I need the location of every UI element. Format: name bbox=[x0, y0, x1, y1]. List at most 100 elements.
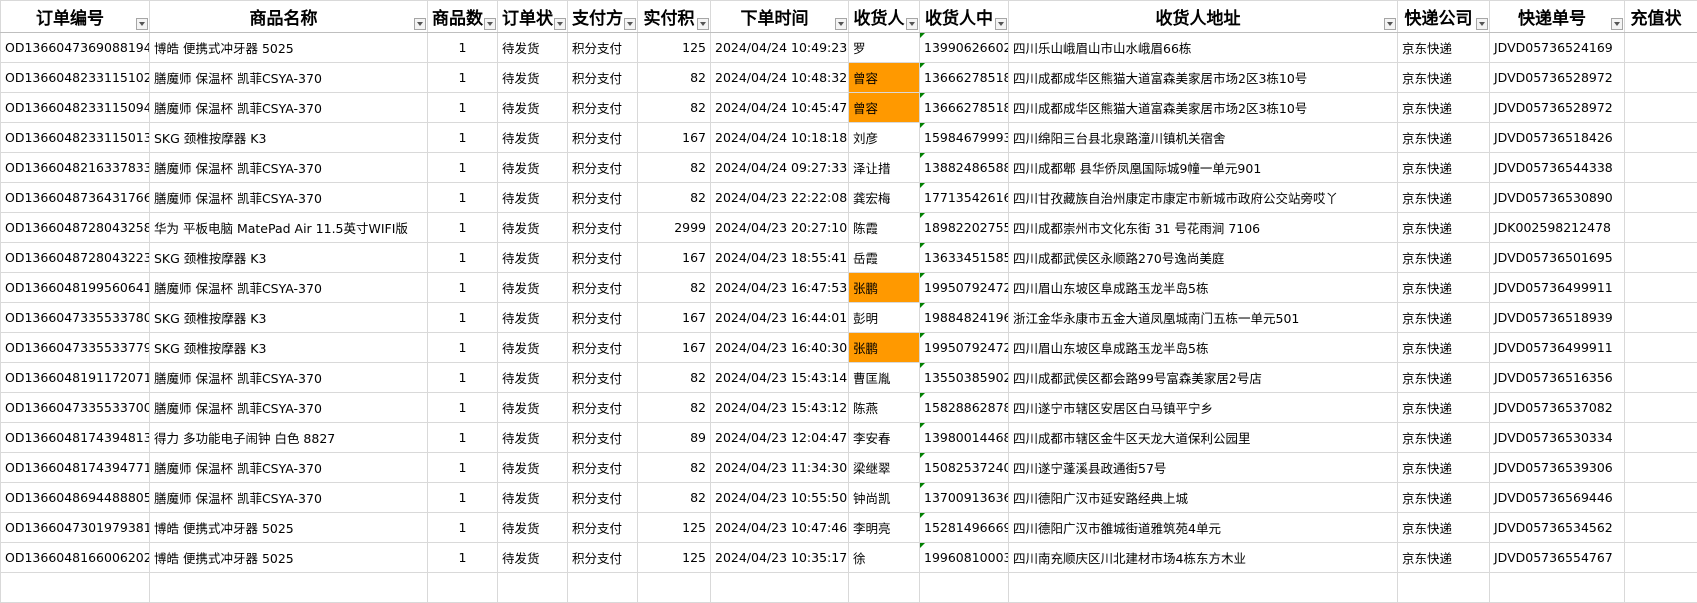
courier-cell[interactable]: 京东快递 bbox=[1398, 213, 1490, 243]
column-header-payment-method[interactable]: 支付方 bbox=[568, 1, 638, 33]
tracking-number-cell[interactable]: JDVD05736544338 bbox=[1490, 153, 1625, 183]
quantity-cell[interactable]: 1 bbox=[428, 453, 498, 483]
table-row[interactable]: OD1366048728043258华为 平板电脑 MatePad Air 11… bbox=[1, 213, 1697, 243]
table-row[interactable]: OD1366048174394771膳魔师 保温杯 凯菲CSYA-3701待发货… bbox=[1, 453, 1697, 483]
recipient-address-cell[interactable]: 四川乐山峨眉山市山水峨眉66栋 bbox=[1009, 33, 1398, 63]
quantity-cell[interactable]: 1 bbox=[428, 273, 498, 303]
recipient-address-cell[interactable]: 四川德阳广汉市雒城街道雅筑苑4单元 bbox=[1009, 513, 1398, 543]
order-time-cell[interactable]: 2024/04/23 22:22:08 bbox=[711, 183, 849, 213]
order-id-cell[interactable]: OD1366048166006202 bbox=[1, 543, 150, 573]
recipient-address-cell[interactable]: 浙江金华永康市五金大道凤凰城南门五栋一单元501 bbox=[1009, 303, 1398, 333]
order-time-cell[interactable]: 2024/04/24 09:27:33 bbox=[711, 153, 849, 183]
recipient-name-cell[interactable]: 刘彦 bbox=[849, 123, 920, 153]
recipient-phone-cell[interactable]: 13700913636 bbox=[920, 483, 1009, 513]
paid-points-cell[interactable]: 82 bbox=[638, 63, 711, 93]
payment-method-cell[interactable]: 积分支付 bbox=[568, 243, 638, 273]
order-id-cell[interactable]: OD1366047301979381 bbox=[1, 513, 150, 543]
order-time-cell[interactable]: 2024/04/23 10:55:50 bbox=[711, 483, 849, 513]
order-time-cell[interactable]: 2024/04/23 16:47:53 bbox=[711, 273, 849, 303]
order-status-cell[interactable]: 待发货 bbox=[498, 363, 568, 393]
recipient-phone-cell[interactable]: 13980014468 bbox=[920, 423, 1009, 453]
payment-method-cell[interactable]: 积分支付 bbox=[568, 363, 638, 393]
empty-cell[interactable] bbox=[498, 573, 568, 603]
recipient-name-cell[interactable]: 徐 bbox=[849, 543, 920, 573]
tracking-number-cell[interactable]: JDVD05736524169 bbox=[1490, 33, 1625, 63]
courier-cell[interactable]: 京东快递 bbox=[1398, 483, 1490, 513]
column-header-quantity[interactable]: 商品数 bbox=[428, 1, 498, 33]
column-header-tracking-number[interactable]: 快递单号 bbox=[1490, 1, 1625, 33]
payment-method-cell[interactable]: 积分支付 bbox=[568, 483, 638, 513]
paid-points-cell[interactable]: 82 bbox=[638, 93, 711, 123]
recipient-address-cell[interactable]: 四川成都成华区熊猫大道富森美家居市场2区3栋10号 bbox=[1009, 63, 1398, 93]
table-row[interactable]: OD1366048694488805膳魔师 保温杯 凯菲CSYA-3701待发货… bbox=[1, 483, 1697, 513]
recharge-status-cell[interactable] bbox=[1625, 303, 1697, 333]
column-header-product-name[interactable]: 商品名称 bbox=[150, 1, 428, 33]
order-id-cell[interactable]: OD1366048728043223 bbox=[1, 243, 150, 273]
empty-cell[interactable] bbox=[1009, 573, 1398, 603]
recipient-phone-cell[interactable]: 13990626602 bbox=[920, 33, 1009, 63]
order-id-cell[interactable]: OD1366047369088194 bbox=[1, 33, 150, 63]
recharge-status-cell[interactable] bbox=[1625, 483, 1697, 513]
recharge-status-cell[interactable] bbox=[1625, 543, 1697, 573]
order-time-cell[interactable]: 2024/04/24 10:49:23 bbox=[711, 33, 849, 63]
recharge-status-cell[interactable] bbox=[1625, 393, 1697, 423]
order-status-cell[interactable]: 待发货 bbox=[498, 63, 568, 93]
filter-dropdown-icon[interactable] bbox=[1384, 18, 1396, 30]
empty-cell[interactable] bbox=[568, 573, 638, 603]
courier-cell[interactable]: 京东快递 bbox=[1398, 453, 1490, 483]
quantity-cell[interactable]: 1 bbox=[428, 393, 498, 423]
tracking-number-cell[interactable]: JDVD05736528972 bbox=[1490, 63, 1625, 93]
recipient-address-cell[interactable]: 四川绵阳三台县北泉路潼川镇机关宿舍 bbox=[1009, 123, 1398, 153]
recipient-name-cell[interactable]: 罗 bbox=[849, 33, 920, 63]
recipient-address-cell[interactable]: 四川成都武侯区都会路99号富森美家居2号店 bbox=[1009, 363, 1398, 393]
table-row[interactable]: OD1366048166006202博皓 便携式冲牙器 50251待发货积分支付… bbox=[1, 543, 1697, 573]
column-header-recipient-phone[interactable]: 收货人中 bbox=[920, 1, 1009, 33]
quantity-cell[interactable]: 1 bbox=[428, 243, 498, 273]
order-id-cell[interactable]: OD1366048736431766 bbox=[1, 183, 150, 213]
recipient-phone-cell[interactable]: 15281496669 bbox=[920, 513, 1009, 543]
recipient-address-cell[interactable]: 四川德阳广汉市延安路经典上城 bbox=[1009, 483, 1398, 513]
product-name-cell[interactable]: 膳魔师 保温杯 凯菲CSYA-370 bbox=[150, 453, 428, 483]
paid-points-cell[interactable]: 167 bbox=[638, 333, 711, 363]
courier-cell[interactable]: 京东快递 bbox=[1398, 273, 1490, 303]
recipient-address-cell[interactable]: 四川成都崇州市文化东街 31 号花雨涧 7106 bbox=[1009, 213, 1398, 243]
product-name-cell[interactable]: 博皓 便携式冲牙器 5025 bbox=[150, 543, 428, 573]
quantity-cell[interactable]: 1 bbox=[428, 183, 498, 213]
product-name-cell[interactable]: SKG 颈椎按摩器 K3 bbox=[150, 303, 428, 333]
courier-cell[interactable]: 京东快递 bbox=[1398, 303, 1490, 333]
table-row[interactable]: OD1366048233115094膳魔师 保温杯 凯菲CSYA-3701待发货… bbox=[1, 93, 1697, 123]
recipient-name-cell[interactable]: 李安春 bbox=[849, 423, 920, 453]
paid-points-cell[interactable]: 125 bbox=[638, 543, 711, 573]
recipient-phone-cell[interactable]: 18982202755 bbox=[920, 213, 1009, 243]
paid-points-cell[interactable]: 89 bbox=[638, 423, 711, 453]
recharge-status-cell[interactable] bbox=[1625, 273, 1697, 303]
order-id-cell[interactable]: OD1366047335533700 bbox=[1, 393, 150, 423]
tracking-number-cell[interactable]: JDVD05736499911 bbox=[1490, 273, 1625, 303]
column-header-recipient-address[interactable]: 收货人地址 bbox=[1009, 1, 1398, 33]
recipient-name-cell[interactable]: 曾容 bbox=[849, 63, 920, 93]
recharge-status-cell[interactable] bbox=[1625, 153, 1697, 183]
order-id-cell[interactable]: OD1366047335533779 bbox=[1, 333, 150, 363]
quantity-cell[interactable]: 1 bbox=[428, 483, 498, 513]
order-time-cell[interactable]: 2024/04/24 10:18:18 bbox=[711, 123, 849, 153]
paid-points-cell[interactable]: 167 bbox=[638, 303, 711, 333]
filter-dropdown-icon[interactable] bbox=[414, 18, 426, 30]
recipient-address-cell[interactable]: 四川眉山东坡区阜成路玉龙半岛5栋 bbox=[1009, 333, 1398, 363]
table-row[interactable]: OD1366047335533700膳魔师 保温杯 凯菲CSYA-3701待发货… bbox=[1, 393, 1697, 423]
product-name-cell[interactable]: SKG 颈椎按摩器 K3 bbox=[150, 243, 428, 273]
courier-cell[interactable]: 京东快递 bbox=[1398, 543, 1490, 573]
recharge-status-cell[interactable] bbox=[1625, 63, 1697, 93]
payment-method-cell[interactable]: 积分支付 bbox=[568, 93, 638, 123]
order-time-cell[interactable]: 2024/04/23 20:27:10 bbox=[711, 213, 849, 243]
courier-cell[interactable]: 京东快递 bbox=[1398, 243, 1490, 273]
payment-method-cell[interactable]: 积分支付 bbox=[568, 513, 638, 543]
quantity-cell[interactable]: 1 bbox=[428, 33, 498, 63]
product-name-cell[interactable]: 膳魔师 保温杯 凯菲CSYA-370 bbox=[150, 483, 428, 513]
order-status-cell[interactable]: 待发货 bbox=[498, 33, 568, 63]
recipient-phone-cell[interactable]: 13666278518 bbox=[920, 93, 1009, 123]
order-id-cell[interactable]: OD1366048233115102 bbox=[1, 63, 150, 93]
recipient-address-cell[interactable]: 四川成都成华区熊猫大道富森美家居市场2区3栋10号 bbox=[1009, 93, 1398, 123]
order-status-cell[interactable]: 待发货 bbox=[498, 303, 568, 333]
recipient-name-cell[interactable]: 曹匡胤 bbox=[849, 363, 920, 393]
table-row[interactable]: OD1366048216337833膳魔师 保温杯 凯菲CSYA-3701待发货… bbox=[1, 153, 1697, 183]
